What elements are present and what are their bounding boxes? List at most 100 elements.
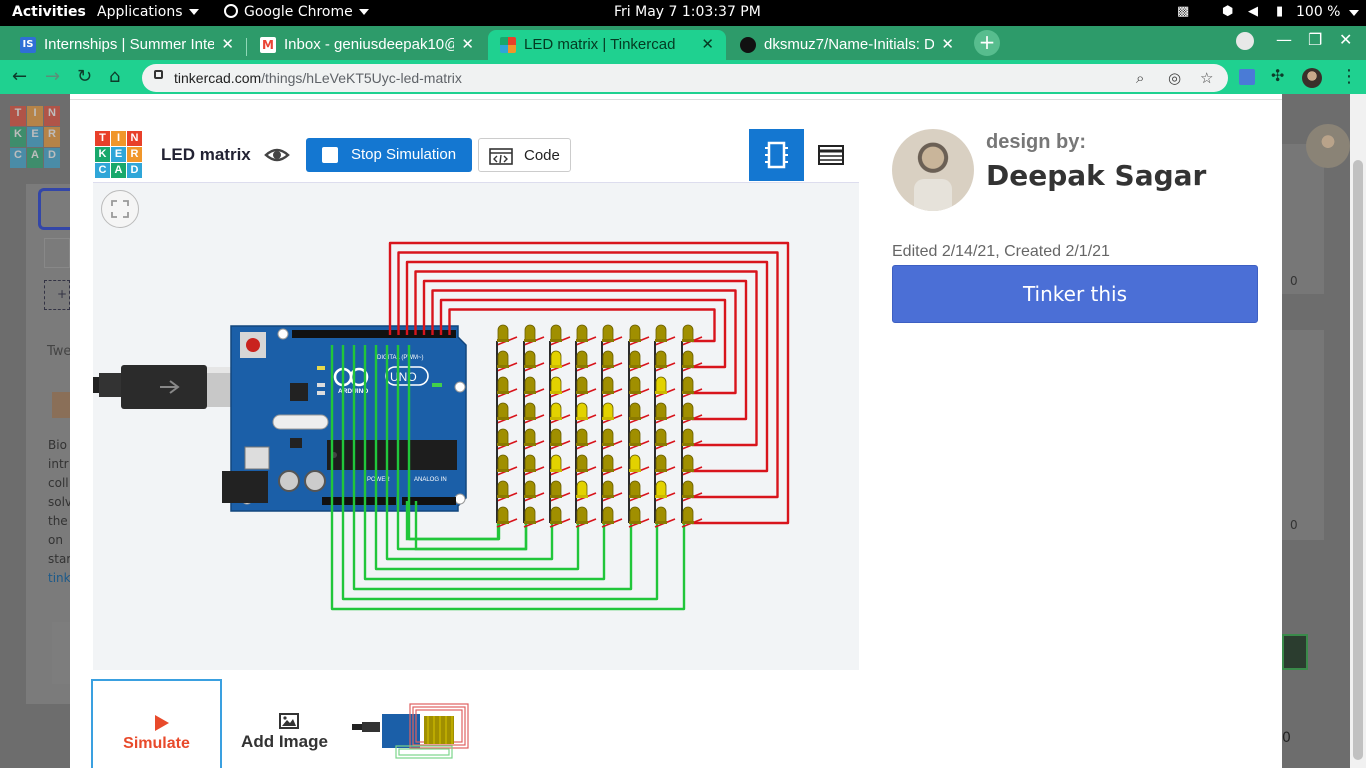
browser-tab-strip: IS Internships | Summer Inte ✕ M Inbox -… [0,26,1366,60]
led-base [497,521,509,524]
design-thumbnail[interactable] [352,700,472,762]
chevron-down-icon [188,9,199,15]
zoom-icon[interactable]: ⌕ [1136,69,1144,87]
led-body [524,428,536,445]
tab-tinkercad[interactable]: LED matrix | Tinkercad ✕ [488,30,726,60]
led-body [602,506,614,523]
led-body [497,350,509,367]
led-on [655,480,667,498]
tinker-this-button[interactable]: Tinker this [892,265,1258,323]
led-body [524,454,536,471]
led-body [629,350,641,367]
tab-title: Inbox - geniusdeepak10@ [284,36,454,53]
extensions-puzzle-icon[interactable]: ✣ [1271,66,1284,85]
maximize-window-button[interactable]: ❐ [1308,30,1322,49]
network-icon[interactable]: ⬢ [1222,4,1233,19]
led-body [497,402,509,419]
led-base [602,443,614,446]
bookmark-star-icon[interactable]: ☆ [1200,69,1213,87]
led-body [655,402,667,419]
tinkercad-logo[interactable]: TIN KER CAD [95,131,142,178]
led-off [629,376,641,394]
led-body [629,428,641,445]
reload-icon[interactable]: ↻ [77,66,92,87]
stop-simulation-button[interactable]: Stop Simulation [306,138,472,172]
battery-icon[interactable]: ▮ [1276,4,1283,19]
system-menu-chevron-icon[interactable] [1349,10,1359,16]
led-body [655,428,667,445]
battery-percentage[interactable]: 100 % [1296,4,1340,20]
led-body [602,454,614,471]
led-base [682,339,694,342]
close-tab-icon[interactable]: ✕ [701,35,714,53]
led-base [629,391,641,394]
code-button[interactable]: Code [478,138,571,172]
translate-extension-icon[interactable] [1239,69,1255,85]
led-body [524,506,536,523]
chrome-icon [224,4,238,18]
led-base [655,365,667,368]
circuit-view-button[interactable] [749,129,804,181]
tab-github[interactable]: dksmuz7/Name-Initials: D ✕ [728,30,966,60]
extension-tray-icon[interactable]: ▩ [1177,4,1189,19]
led-off [682,506,694,524]
simulate-tile[interactable]: Simulate [91,679,222,768]
led-body [497,480,509,497]
back-arrow-icon[interactable]: ← [12,66,27,87]
led-off [497,506,509,524]
volume-icon[interactable]: ◀ [1248,4,1258,19]
profile-menu-icon[interactable] [1236,32,1254,50]
led-base [655,339,667,342]
home-icon[interactable]: ⌂ [109,66,120,87]
led-base [682,391,694,394]
active-app-menu[interactable]: Google Chrome [224,4,369,20]
fullscreen-button[interactable] [101,190,139,228]
profile-avatar[interactable] [1302,68,1322,88]
led-base [524,495,536,498]
author-avatar[interactable] [892,129,974,211]
led-off [655,506,667,524]
close-tab-icon[interactable]: ✕ [461,35,474,53]
stop-square-icon [322,147,338,163]
led-off [550,480,562,498]
tab-divider [246,38,247,56]
tab-title: Internships | Summer Inte [44,36,214,53]
led-base [655,443,667,446]
chrome-menu-icon[interactable]: ⋮ [1340,66,1358,87]
led-body [524,324,536,341]
led-base [655,391,667,394]
address-bar[interactable]: tinkercad.com/things/hLeVeKT5Uyc-led-mat… [142,64,1228,92]
close-window-button[interactable]: ✕ [1339,30,1352,49]
tab-gmail[interactable]: M Inbox - geniusdeepak10@ ✕ [248,30,486,60]
tab-internships[interactable]: IS Internships | Summer Inte ✕ [8,30,246,60]
new-tab-button[interactable]: + [974,30,1000,56]
led-base [629,417,641,420]
eye-icon[interactable] [264,142,290,168]
led-body [550,350,562,367]
clock[interactable]: Fri May 7 1:03:37 PM [614,4,761,20]
led-off [576,324,588,342]
minimize-window-button[interactable]: — [1276,30,1292,49]
led-body [576,402,588,419]
led-base [550,391,562,394]
led-on [550,376,562,394]
close-tab-icon[interactable]: ✕ [221,35,234,53]
led-base [602,495,614,498]
led-body [576,428,588,445]
led-base [629,521,641,524]
applications-menu[interactable]: Applications [97,4,199,20]
page-scrollbar-thumb[interactable] [1353,160,1363,760]
author-name[interactable]: Deepak Sagar [986,159,1206,192]
close-tab-icon[interactable]: ✕ [941,35,954,53]
add-image-tile[interactable]: Add Image [232,690,337,760]
component-list-icon[interactable] [818,145,844,165]
forward-arrow-icon[interactable]: → [45,66,60,87]
activities-button[interactable]: Activities [12,4,86,20]
circuit-diagram: ARDUINO UNO DIGITAL (PWM~) POWER ANALOG … [93,241,790,611]
led-body [602,480,614,497]
led-body [629,402,641,419]
gmail-favicon-icon: M [260,37,276,53]
simulation-canvas[interactable]: ARDUINO UNO DIGITAL (PWM~) POWER ANALOG … [93,182,859,670]
led-base [576,469,588,472]
eye-slash-icon[interactable]: ◎ [1168,69,1181,87]
